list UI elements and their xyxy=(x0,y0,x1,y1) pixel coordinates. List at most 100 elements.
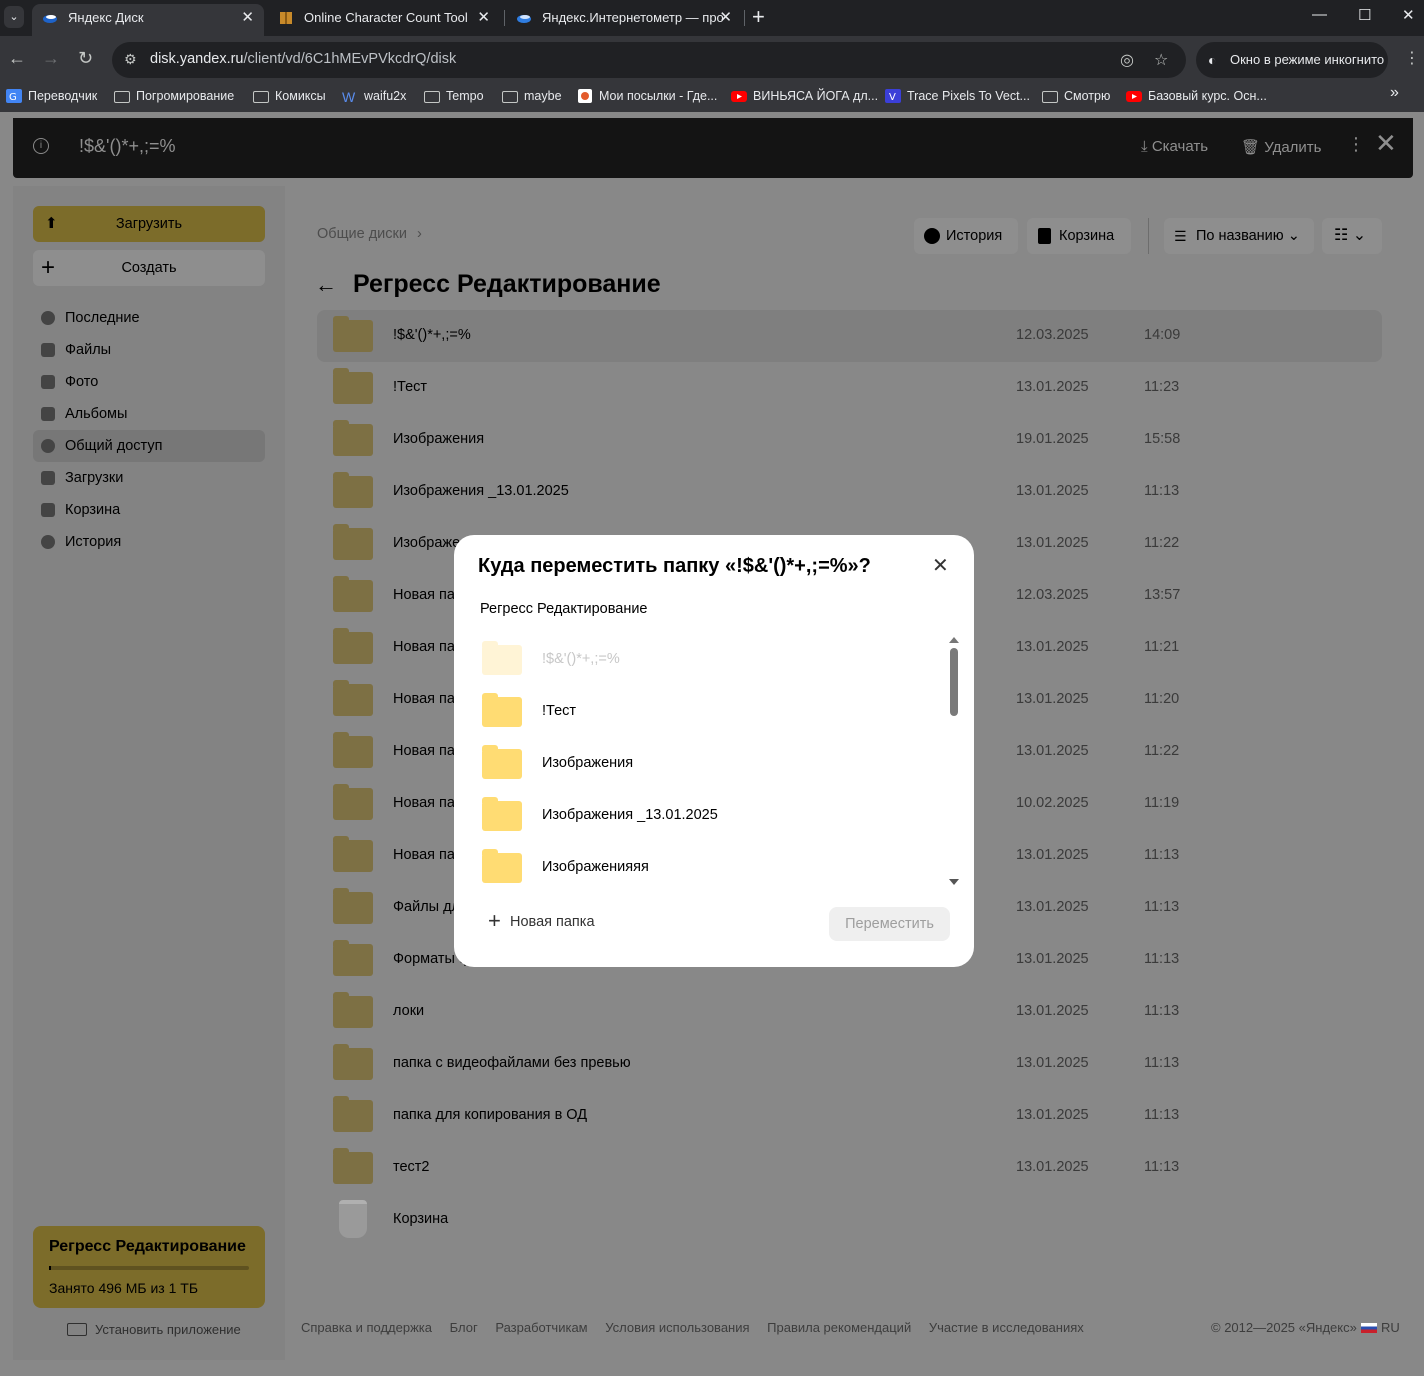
internetometer-favicon-icon xyxy=(517,15,531,23)
back-arrow-icon[interactable]: ← xyxy=(315,272,337,298)
move-button[interactable]: Переместить xyxy=(829,907,950,941)
table-row[interactable]: Изображения _13.01.2025 13.01.2025 11:13 xyxy=(317,466,1382,518)
bookmarks-bar: G Переводчик Погромирование Комиксы Wwaif… xyxy=(0,82,1424,112)
table-row[interactable]: папка для копирования в ОД 13.01.2025 11:1… xyxy=(317,1090,1382,1142)
scroll-up-arrow-icon[interactable] xyxy=(949,637,959,643)
tab-close-icon[interactable]: ✕ xyxy=(477,4,490,32)
footer-link[interactable]: Участие в исследованиях xyxy=(929,1320,1084,1335)
viewer-close-icon[interactable]: ✕ xyxy=(1375,130,1397,156)
footer-link[interactable]: Условия использования xyxy=(605,1320,749,1335)
new-folder-button[interactable]: + Новая папка xyxy=(488,910,595,932)
bookmark-folder[interactable]: maybe xyxy=(502,89,562,103)
tab-internetometer[interactable]: Яндекс.Интернетометр — про ✕ xyxy=(506,4,742,36)
breadcrumb[interactable]: Общие диски › xyxy=(317,226,422,242)
bookmark-youtube[interactable]: Базовый курс. Осн... xyxy=(1126,89,1267,103)
list-item[interactable]: Изображения xyxy=(480,735,930,787)
table-row[interactable]: !$&'()*+,;=% 12.03.2025 14:09 xyxy=(317,310,1382,362)
sort-dropdown[interactable]: ☰ По названию ⌄ xyxy=(1164,218,1314,254)
bookmark-folder[interactable]: Комиксы xyxy=(253,89,326,103)
scroll-down-arrow-icon[interactable] xyxy=(949,879,959,885)
bookmark-folder[interactable]: Погромирование xyxy=(114,89,234,103)
footer-link[interactable]: Блог xyxy=(450,1320,478,1335)
view-mode-dropdown[interactable]: ☷ ⌄ xyxy=(1322,218,1382,254)
sidebar-item-recent[interactable]: Последние xyxy=(33,302,265,334)
sidebar-item-downloads[interactable]: Загрузки xyxy=(33,462,265,494)
footer-link[interactable]: Правила рекомендаций xyxy=(767,1320,911,1335)
maximize-icon[interactable]: ☐ xyxy=(1358,6,1371,24)
bookmark-youtube[interactable]: ВИНЬЯСА ЙОГА дл... xyxy=(731,89,878,103)
scrollbar-thumb[interactable] xyxy=(950,648,958,716)
tab-search-button[interactable]: ⌄ xyxy=(4,6,24,28)
sidebar-item-photos[interactable]: Фото xyxy=(33,366,265,398)
trash-row[interactable]: Корзина xyxy=(317,1194,1382,1246)
page-title: Регресс Редактирование xyxy=(353,270,661,298)
language-switcher[interactable]: RU xyxy=(1361,1320,1400,1335)
upload-button[interactable]: ⬆ Загрузить xyxy=(33,206,265,242)
bookmark-folder[interactable]: Смотрю xyxy=(1042,89,1110,103)
delete-button[interactable]: 🗑︎ Удалить xyxy=(1241,138,1322,156)
forward-arrow-icon[interactable]: → xyxy=(42,48,60,68)
bookmark-waifu2x[interactable]: Wwaifu2x xyxy=(342,89,406,105)
folder-icon xyxy=(333,420,373,456)
folder-picker-list[interactable]: !$&'()*+,;=% !Тест Изображения Изображен… xyxy=(480,631,950,891)
bookmark-star-icon[interactable]: ☆ xyxy=(1154,50,1168,70)
minimize-icon[interactable]: — xyxy=(1312,6,1327,23)
folder-icon xyxy=(333,784,373,820)
bookmark-translator[interactable]: G Переводчик xyxy=(6,89,97,103)
footer-link[interactable]: Разработчикам xyxy=(495,1320,587,1335)
table-row[interactable]: Изображения 19.01.2025 15:58 xyxy=(317,414,1382,466)
reload-icon[interactable]: ↻ xyxy=(78,48,93,68)
list-item[interactable]: !Тест xyxy=(480,683,930,735)
sort-icon: ☰ xyxy=(1174,228,1187,244)
bookmarks-overflow-icon[interactable]: » xyxy=(1390,84,1399,102)
bookmark-folder[interactable]: Tempo xyxy=(424,89,484,103)
eye-off-icon[interactable]: ◎ xyxy=(1120,50,1134,70)
w-icon: W xyxy=(342,89,356,105)
new-tab-button[interactable]: + xyxy=(752,4,765,30)
history-button[interactable]: История xyxy=(914,218,1018,254)
table-row[interactable]: !Тест 13.01.2025 11:23 xyxy=(317,362,1382,414)
info-icon[interactable]: i xyxy=(33,138,49,154)
tab-yandex-disk[interactable]: Яндекс Диск ✕ xyxy=(32,4,264,36)
table-row[interactable]: папка с видеофайлами без превью 13.01.202… xyxy=(317,1038,1382,1090)
more-menu-icon[interactable]: ⋮ xyxy=(1347,134,1365,155)
folder-icon xyxy=(333,628,373,664)
create-button[interactable]: + Создать xyxy=(33,250,265,286)
browser-toolbar: ← → ↻ ⚙ disk.yandex.ru/client/vd/6C1hMEv… xyxy=(0,36,1424,82)
table-row[interactable]: локи 13.01.2025 11:13 xyxy=(317,986,1382,1038)
bookmark-parcels[interactable]: Мои посылки - Где... xyxy=(577,89,717,103)
clock-icon xyxy=(41,311,55,325)
browser-tab-strip: ⌄ Яндекс Диск ✕ Online Character Count T… xyxy=(0,0,1424,36)
close-icon[interactable]: ✕ xyxy=(932,555,949,577)
browser-menu-icon[interactable]: ⋮ xyxy=(1404,48,1420,68)
folder-icon xyxy=(424,91,440,103)
sidebar-item-trash[interactable]: Корзина xyxy=(33,494,265,526)
chevron-down-icon: ⌄ xyxy=(1352,227,1367,244)
sidebar-item-history[interactable]: История xyxy=(33,526,265,558)
table-row[interactable]: тест2 13.01.2025 11:13 xyxy=(317,1142,1382,1194)
sidebar-item-albums[interactable]: Альбомы xyxy=(33,398,265,430)
trash-button[interactable]: Корзина xyxy=(1027,218,1131,254)
download-icon: ⤓ xyxy=(1141,138,1148,155)
tab-title: Online Character Count Tool xyxy=(304,10,468,25)
site-settings-icon[interactable]: ⚙ xyxy=(124,51,137,68)
file-icon xyxy=(41,343,55,357)
russia-flag-icon xyxy=(1361,1323,1377,1333)
back-arrow-icon[interactable]: ← xyxy=(8,48,26,68)
sidebar-item-shared[interactable]: Общий доступ xyxy=(33,430,265,462)
download-button[interactable]: ⤓ Скачать xyxy=(1141,138,1208,155)
tab-character-count[interactable]: Online Character Count Tool ✕ xyxy=(268,4,500,36)
tab-close-icon[interactable]: ✕ xyxy=(719,4,732,32)
quota-card[interactable]: Регресс Редактирование Занято 496 МБ из … xyxy=(33,1226,265,1308)
install-app-link[interactable]: Установить приложение xyxy=(67,1322,241,1337)
incognito-indicator[interactable]: ◐ Окно в режиме инкогнито xyxy=(1196,42,1388,78)
tab-close-icon[interactable]: ✕ xyxy=(241,4,254,32)
bookmark-vectorizer[interactable]: V Trace Pixels To Vect... xyxy=(885,89,1030,103)
address-bar[interactable]: ⚙ disk.yandex.ru/client/vd/6C1hMEvPVkcdr… xyxy=(112,42,1186,78)
list-item[interactable]: Изображенияяя xyxy=(480,839,930,891)
window-close-icon[interactable]: ✕ xyxy=(1402,6,1415,24)
sidebar-item-files[interactable]: Файлы xyxy=(33,334,265,366)
list-item[interactable]: Изображения _13.01.2025 xyxy=(480,787,930,839)
footer-link[interactable]: Справка и поддержка xyxy=(301,1320,432,1335)
quota-progress-bar xyxy=(49,1266,249,1270)
